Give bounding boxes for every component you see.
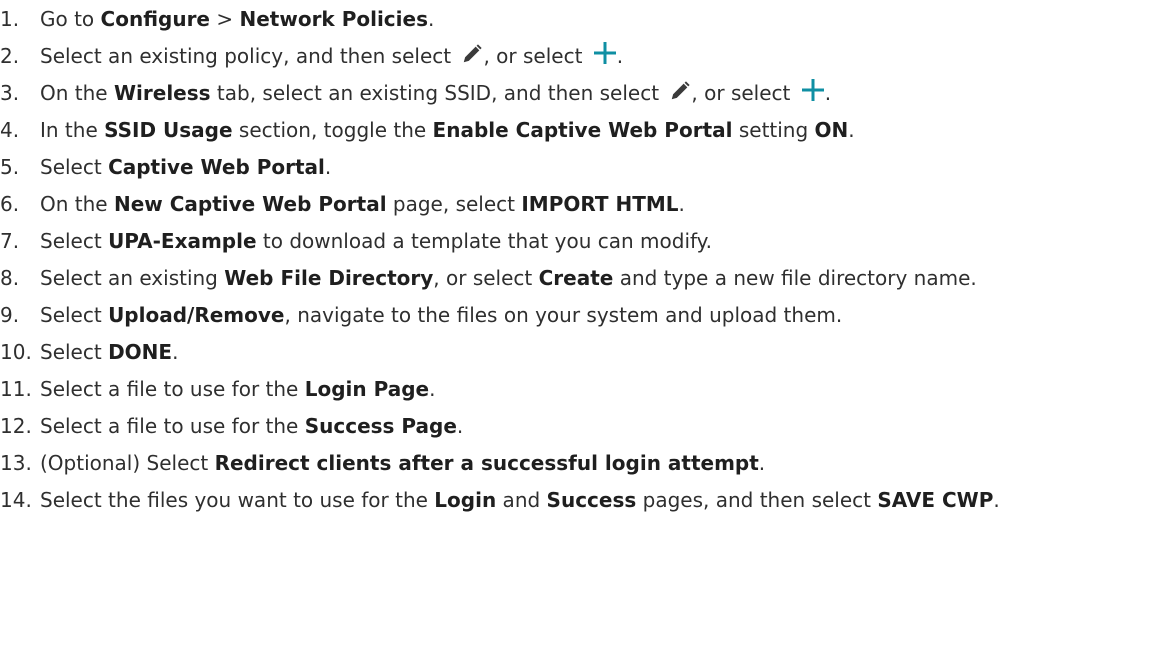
step-text: Select — [40, 229, 109, 253]
step-text: Select a file to use for the — [40, 377, 305, 401]
step-8: 8. Select an existing Web File Directory… — [0, 263, 1163, 293]
step-text: . — [616, 44, 624, 68]
pencil-icon — [461, 43, 483, 65]
step-5: 5. Select Captive Web Portal. — [0, 152, 1163, 182]
step-text: Select — [40, 303, 109, 327]
step-text: and — [496, 488, 547, 512]
step-text: . — [848, 118, 855, 142]
step-bold: Create — [538, 266, 614, 290]
step-text: . — [172, 340, 179, 364]
step-number: 9. — [0, 303, 20, 327]
step-text: tab, select an existing SSID, and then s… — [210, 81, 666, 105]
step-10: 10. Select DONE. — [0, 337, 1163, 367]
step-bold: Success — [546, 488, 637, 512]
step-text: , navigate to the files on your system a… — [284, 303, 843, 327]
step-2: 2. Select an existing policy, and then s… — [0, 41, 1163, 71]
step-1: 1. Go to Configure > Network Policies. — [0, 4, 1163, 34]
step-bold: New Captive Web Portal — [113, 192, 387, 216]
step-text: and type a new file directory name. — [613, 266, 977, 290]
step-14: 14. Select the files you want to use for… — [0, 485, 1163, 515]
step-text: Select an existing policy, and then sele… — [40, 44, 458, 68]
step-bold: DONE — [108, 340, 173, 364]
step-number: 5. — [0, 155, 20, 179]
instruction-steps: 1. Go to Configure > Network Policies. 2… — [0, 0, 1163, 515]
step-number: 11. — [0, 377, 32, 401]
step-text: , or select — [483, 44, 589, 68]
step-text: . — [456, 414, 464, 438]
step-13: 13. (Optional) Select Redirect clients a… — [0, 448, 1163, 478]
step-number: 3. — [0, 81, 20, 105]
step-bold: SAVE CWP — [877, 488, 994, 512]
step-bold: Login — [434, 488, 497, 512]
step-text: , or select — [691, 81, 797, 105]
plus-icon — [801, 78, 825, 102]
step-text: Select a file to use for the — [40, 414, 305, 438]
step-text: Go to — [40, 7, 101, 31]
step-text: . — [824, 81, 832, 105]
step-text: In the — [40, 118, 105, 142]
step-bold: SSID Usage — [104, 118, 233, 142]
step-text: Select — [40, 340, 109, 364]
step-bold: Wireless — [113, 81, 211, 105]
step-text: . — [427, 7, 435, 31]
step-text: section, toggle the — [232, 118, 433, 142]
step-number: 6. — [0, 192, 20, 216]
step-text: On the — [40, 81, 114, 105]
step-text: Select the files you want to use for the — [40, 488, 435, 512]
step-bold: Login Page — [304, 377, 430, 401]
step-bold: Success Page — [304, 414, 457, 438]
pencil-icon — [669, 80, 691, 102]
step-number: 7. — [0, 229, 20, 253]
step-12: 12. Select a file to use for the Success… — [0, 411, 1163, 441]
step-bold: Network Policies — [239, 7, 428, 31]
step-3: 3. On the Wireless tab, select an existi… — [0, 78, 1163, 108]
step-text: setting — [732, 118, 815, 142]
step-text: pages, and then select — [636, 488, 878, 512]
step-number: 13. — [0, 451, 32, 475]
step-number: 1. — [0, 7, 20, 31]
step-9: 9. Select Upload/Remove, navigate to the… — [0, 300, 1163, 330]
step-number: 4. — [0, 118, 20, 142]
step-text: On the — [40, 192, 114, 216]
step-text: . — [993, 488, 1000, 512]
step-6: 6. On the New Captive Web Portal page, s… — [0, 189, 1163, 219]
step-number: 8. — [0, 266, 20, 290]
plus-icon — [593, 41, 617, 65]
step-text: (Optional) Select — [40, 451, 215, 475]
step-bold: ON — [814, 118, 849, 142]
step-4: 4. In the SSID Usage section, toggle the… — [0, 115, 1163, 145]
step-text: Select an existing — [40, 266, 225, 290]
step-text: . — [678, 192, 685, 216]
step-bold: IMPORT HTML — [521, 192, 679, 216]
step-text: , or select — [433, 266, 539, 290]
step-number: 14. — [0, 488, 32, 512]
step-bold: Redirect clients after a successful logi… — [214, 451, 759, 475]
step-text: . — [758, 451, 766, 475]
step-bold: UPA-Example — [108, 229, 257, 253]
step-bold: Upload/Remove — [108, 303, 285, 327]
step-bold: Captive Web Portal — [108, 155, 325, 179]
step-text: Select — [40, 155, 109, 179]
step-text: > — [210, 7, 240, 31]
step-bold: Web File Directory — [224, 266, 434, 290]
step-7: 7. Select UPA-Example to download a temp… — [0, 226, 1163, 256]
step-text: . — [429, 377, 436, 401]
step-11: 11. Select a file to use for the Login P… — [0, 374, 1163, 404]
step-number: 10. — [0, 340, 32, 364]
step-bold: Enable Captive Web Portal — [432, 118, 733, 142]
step-bold: Configure — [100, 7, 210, 31]
step-text: to download a template that you can modi… — [256, 229, 713, 253]
step-text: page, select — [386, 192, 522, 216]
step-text: . — [324, 155, 332, 179]
step-number: 2. — [0, 44, 20, 68]
step-number: 12. — [0, 414, 32, 438]
